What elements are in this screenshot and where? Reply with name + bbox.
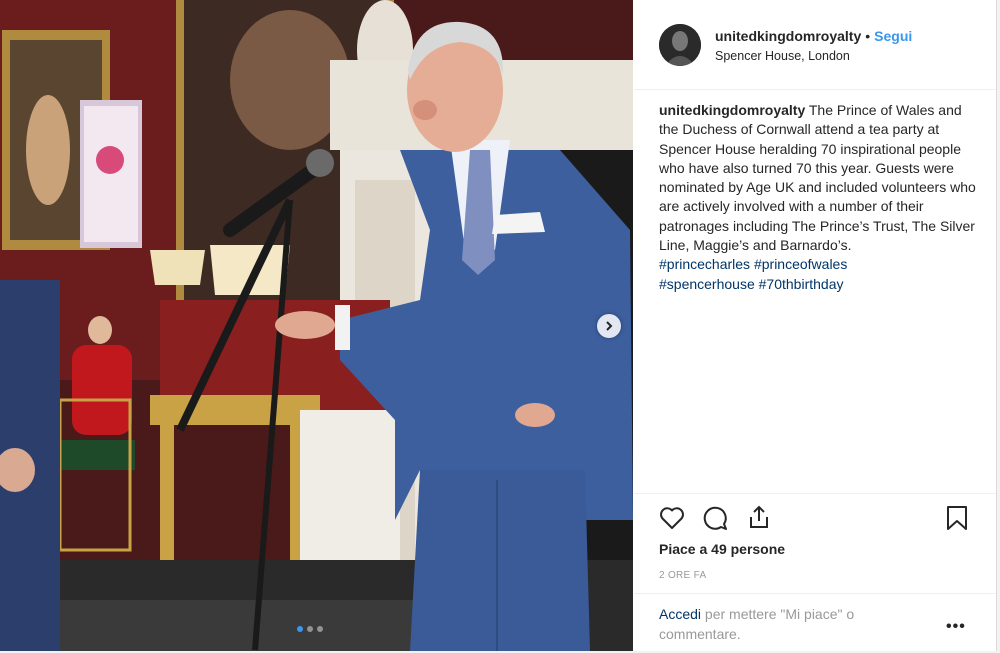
heart-icon: [660, 507, 684, 529]
carousel-next-button[interactable]: [597, 314, 621, 338]
post-header: unitedkingdomroyalty • Segui Spencer House…: [634, 0, 996, 90]
save-button[interactable]: [946, 505, 968, 536]
like-button[interactable]: [659, 506, 685, 535]
share-button[interactable]: [746, 504, 772, 535]
caption: unitedkingdomroyalty The Prince of Wales…: [659, 101, 979, 294]
instagram-post: unitedkingdomroyalty • Segui Spencer House…: [0, 0, 997, 651]
carousel-dot[interactable]: [297, 626, 303, 632]
bookmark-icon: [947, 506, 967, 530]
username-link[interactable]: unitedkingdomroyalty: [715, 28, 861, 44]
likes-count[interactable]: Piace a 49 persone: [659, 541, 785, 557]
caption-text: The Prince of Wales and the Duchess of C…: [659, 102, 976, 254]
header-text: unitedkingdomroyalty • Segui: [715, 28, 912, 44]
follow-button[interactable]: Segui: [874, 28, 912, 44]
chevron-right-icon: [606, 321, 613, 331]
caption-username[interactable]: unitedkingdomroyalty: [659, 102, 805, 118]
hashtag-link[interactable]: #70thbirthday: [759, 276, 844, 292]
hashtag-link[interactable]: #spencerhouse: [659, 276, 755, 292]
carousel-indicator: [297, 626, 323, 632]
separator: •: [865, 28, 871, 44]
share-upload-icon: [750, 505, 768, 528]
location-link[interactable]: Spencer House, London: [715, 49, 850, 63]
post-timestamp: 2 ORE FA: [659, 570, 707, 581]
action-bar: Piace a 49 persone 2 ORE FA Accedi per m…: [634, 493, 996, 652]
avatar-image: [659, 24, 701, 66]
login-prompt: Accedi per mettere "Mi piace" o commenta…: [659, 604, 909, 644]
carousel-dot[interactable]: [317, 626, 323, 632]
login-link[interactable]: Accedi: [659, 606, 701, 622]
more-options-button[interactable]: •••: [946, 618, 966, 636]
avatar[interactable]: [659, 24, 701, 66]
post-sidebar: unitedkingdomroyalty • Segui Spencer House…: [634, 0, 996, 651]
comment-login-row: Accedi per mettere "Mi piace" o commenta…: [634, 593, 996, 653]
hashtag-link[interactable]: #princeofwales: [754, 256, 847, 272]
comment-bubble-icon: [703, 506, 727, 530]
comment-button[interactable]: [702, 505, 728, 536]
post-photo[interactable]: [0, 0, 633, 651]
hashtag-link[interactable]: #princecharles: [659, 256, 750, 272]
photo-illustration: [0, 0, 633, 651]
carousel-dot[interactable]: [307, 626, 313, 632]
